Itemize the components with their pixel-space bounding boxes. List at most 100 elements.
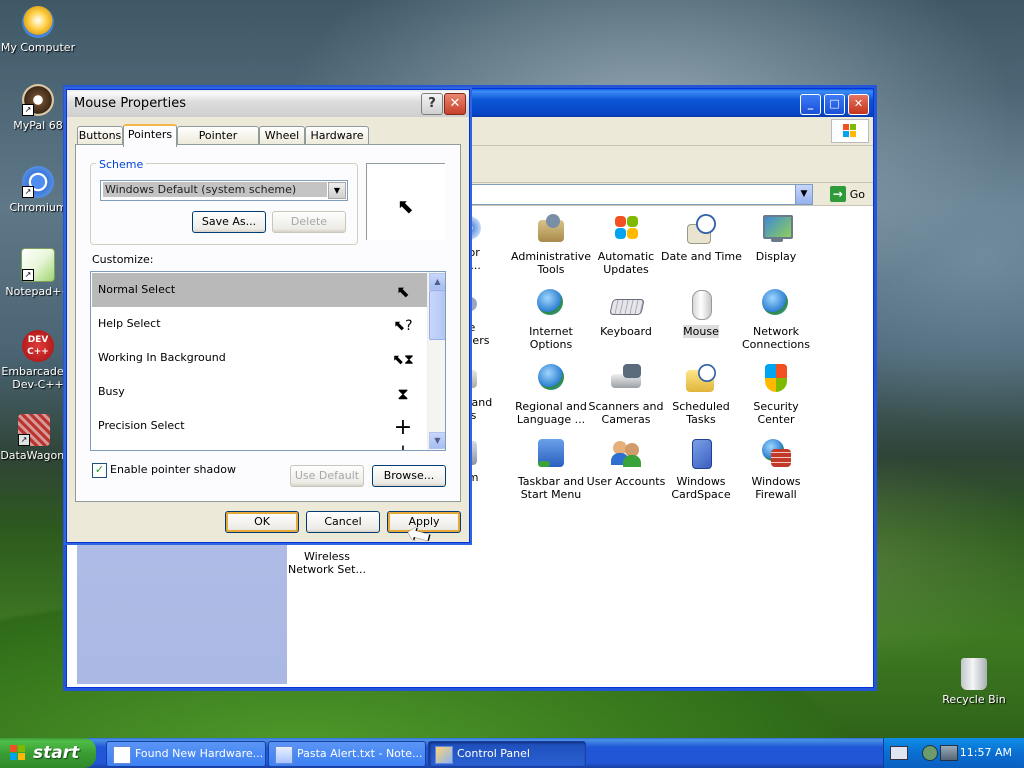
normal-select-cursor-icon: ⬉ bbox=[396, 282, 410, 301]
cp-item-label: Network Connections bbox=[742, 325, 810, 351]
use-default-button[interactable]: Use Default bbox=[290, 465, 364, 487]
cp-item-label: Scanners and Cameras bbox=[588, 400, 664, 426]
taskbar-button-control-panel[interactable]: Control Panel bbox=[428, 741, 586, 767]
keyboard-tray-icon[interactable] bbox=[890, 746, 908, 760]
datawagon-icon: ↗ bbox=[18, 414, 50, 446]
cp-item-keyboard[interactable]: Keyboard bbox=[586, 287, 666, 338]
cp-item-user-accounts[interactable]: User Accounts bbox=[586, 437, 666, 488]
maximize-button[interactable]: □ bbox=[824, 94, 845, 115]
help-button[interactable]: ? bbox=[421, 93, 443, 115]
address-dropdown-button[interactable]: ▼ bbox=[795, 185, 812, 204]
cp-item-security-center[interactable]: Security Center bbox=[736, 362, 816, 426]
cp-item-scanners-cameras[interactable]: Scanners and Cameras bbox=[586, 362, 666, 426]
cp-item-network-connections[interactable]: Network Connections bbox=[736, 287, 816, 351]
button-label: OK bbox=[254, 515, 270, 528]
taskbar-button-found-new-hardware[interactable]: Found New Hardware... bbox=[106, 741, 266, 767]
shortcut-arrow-icon: ↗ bbox=[22, 186, 34, 198]
desktop-icon-chromium[interactable]: ↗ Chromium bbox=[0, 166, 76, 214]
delete-button[interactable]: Delete bbox=[272, 211, 346, 233]
button-label: Save As... bbox=[201, 215, 257, 228]
cp-item-label: Taskbar and Start Menu bbox=[517, 475, 585, 501]
cp-item-date-time[interactable]: Date and Time bbox=[661, 212, 742, 263]
cp-item-label: Scheduled Tasks bbox=[672, 400, 730, 426]
close-button[interactable]: ✕ bbox=[848, 94, 869, 115]
cp-item-internet-options[interactable]: Internet Options bbox=[511, 287, 591, 351]
desktop: My Computer ↗ MyPal 68 ↗ Chromium ↗ Note… bbox=[0, 0, 1024, 738]
close-icon: ✕ bbox=[853, 97, 864, 110]
devcpp-badge: DEV bbox=[27, 335, 49, 345]
tab-label: Hardware bbox=[310, 129, 364, 142]
dialog-close-button[interactable]: ✕ bbox=[444, 93, 466, 115]
pointer-row-normal-select[interactable]: Normal Select ⬉ bbox=[92, 273, 428, 307]
dialog-title: Mouse Properties bbox=[74, 96, 187, 111]
system-tray: 11:57 AM bbox=[883, 738, 1024, 768]
control-panel-icon bbox=[435, 746, 453, 764]
scroll-up-button[interactable]: ▲ bbox=[429, 273, 445, 290]
cp-item-windows-firewall[interactable]: Windows Firewall bbox=[736, 437, 816, 501]
desktop-icon-devcpp[interactable]: DEV C++ Embarcadero Dev-C++ bbox=[0, 330, 76, 391]
pointer-row-busy[interactable]: Busy ⧗ bbox=[92, 375, 428, 409]
minimize-button[interactable]: _ bbox=[800, 94, 821, 115]
enable-pointer-shadow-checkbox[interactable]: ✓ bbox=[92, 463, 107, 478]
checkmark-icon: ✓ bbox=[94, 463, 105, 476]
pointer-row-label: Busy bbox=[98, 385, 125, 398]
security-center-icon bbox=[759, 362, 793, 396]
save-as-button[interactable]: Save As... bbox=[192, 211, 266, 233]
scroll-down-button[interactable]: ▼ bbox=[429, 432, 445, 449]
desktop-icon-mypal[interactable]: ↗ MyPal 68 bbox=[0, 84, 76, 132]
ok-button[interactable]: OK bbox=[225, 511, 299, 533]
clock[interactable]: 11:57 AM bbox=[960, 746, 1012, 759]
network-tray-icon[interactable] bbox=[940, 745, 958, 761]
go-button[interactable]: → Go bbox=[829, 185, 865, 203]
safely-remove-tray-icon[interactable] bbox=[922, 745, 938, 761]
scheme-select-value: Windows Default (system scheme) bbox=[103, 182, 327, 197]
cp-item-administrative-tools[interactable]: Administrative Tools bbox=[511, 212, 591, 276]
tab-pointer-options[interactable]: Pointer Options bbox=[177, 126, 259, 160]
start-button[interactable]: start bbox=[0, 738, 96, 768]
mypal-icon: ↗ bbox=[22, 84, 54, 116]
shortcut-arrow-icon: ↗ bbox=[18, 434, 30, 446]
dialog-titlebar[interactable]: Mouse Properties ? ✕ bbox=[67, 90, 469, 117]
cp-item-regional-language[interactable]: Regional and Language ... bbox=[511, 362, 591, 426]
tab-wheel[interactable]: Wheel bbox=[259, 126, 305, 145]
my-computer-icon bbox=[22, 6, 54, 38]
cp-item-automatic-updates[interactable]: Automatic Updates bbox=[586, 212, 666, 276]
pointer-row-help-select[interactable]: Help Select ⬉? bbox=[92, 307, 428, 341]
windows-firewall-icon bbox=[759, 437, 793, 471]
tab-label: Wheel bbox=[264, 129, 300, 142]
desktop-icon-notepadpp[interactable]: ↗ Notepad++ bbox=[0, 248, 76, 298]
scroll-thumb[interactable] bbox=[429, 290, 445, 340]
browse-button[interactable]: Browse... bbox=[372, 465, 446, 487]
pointer-row-working-in-background[interactable]: Working In Background ⬉⧗ bbox=[92, 341, 428, 375]
cp-item-scheduled-tasks[interactable]: Scheduled Tasks bbox=[661, 362, 741, 426]
pointer-row-precision-select[interactable]: Precision Select + bbox=[92, 409, 428, 443]
pointer-preview: ⬉ bbox=[366, 163, 445, 240]
scheme-select[interactable]: Windows Default (system scheme) ▼ bbox=[100, 180, 348, 201]
pointer-list[interactable]: Normal Select ⬉ Help Select ⬉? Working I… bbox=[90, 271, 446, 451]
cp-item-label: User Accounts bbox=[586, 475, 666, 488]
cancel-button[interactable]: Cancel bbox=[306, 511, 380, 533]
tab-buttons[interactable]: Buttons bbox=[77, 126, 123, 145]
desktop-icon-datawagon[interactable]: ↗ DataWagon. bbox=[0, 414, 72, 462]
tab-label: Buttons bbox=[78, 129, 122, 142]
tab-pointers[interactable]: Pointers bbox=[123, 124, 177, 147]
desktop-icon-recycle-bin[interactable]: Recycle Bin bbox=[936, 658, 1012, 706]
pointer-list-scrollbar[interactable]: ▲ ▼ bbox=[427, 272, 445, 450]
taskbar-button-notepad[interactable]: Pasta Alert.txt - Note... bbox=[268, 741, 426, 767]
cp-item-label: Automatic Updates bbox=[597, 250, 655, 276]
cp-item-display[interactable]: Display bbox=[736, 212, 816, 263]
internet-options-icon bbox=[534, 287, 568, 321]
cp-item-windows-cardspace[interactable]: Windows CardSpace bbox=[661, 437, 741, 501]
enable-pointer-shadow-label: Enable pointer shadow bbox=[110, 463, 236, 476]
button-label: Browse... bbox=[383, 469, 435, 482]
pointer-row-text-select[interactable]: I bbox=[92, 442, 428, 450]
desktop-icon-label: DataWagon. bbox=[0, 449, 68, 462]
cp-item-mouse[interactable]: Mouse bbox=[661, 287, 741, 338]
address-input[interactable]: ▼ bbox=[467, 184, 813, 205]
taskbar-button-label: Pasta Alert.txt - Note... bbox=[297, 747, 423, 760]
cp-item-taskbar-start-menu[interactable]: Taskbar and Start Menu bbox=[511, 437, 591, 501]
user-accounts-icon bbox=[609, 437, 643, 471]
button-label: Delete bbox=[290, 215, 328, 228]
tab-hardware[interactable]: Hardware bbox=[305, 126, 369, 145]
desktop-icon-my-computer[interactable]: My Computer bbox=[0, 6, 76, 54]
